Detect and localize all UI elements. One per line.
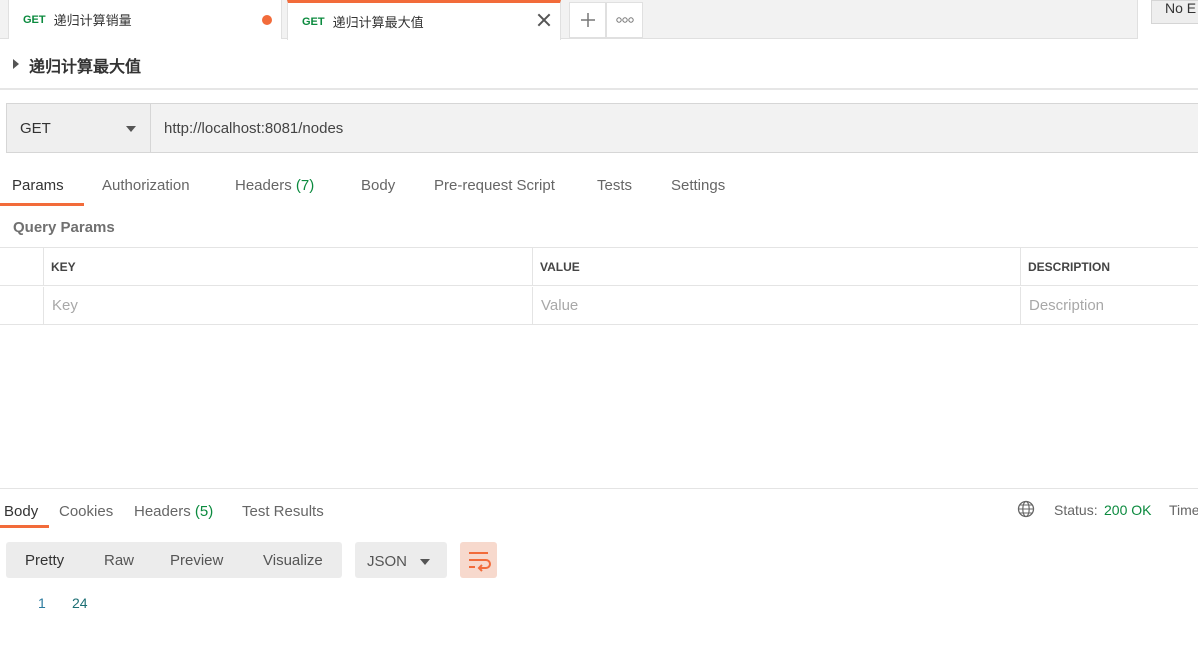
tab-label: Pre-request Script: [434, 177, 555, 194]
tab-label: Test Results: [242, 503, 324, 520]
close-icon[interactable]: [536, 12, 552, 28]
response-body-line: 1 24: [0, 592, 300, 614]
tab-count: (7): [295, 177, 315, 194]
status-value[interactable]: 200 OK: [1104, 502, 1151, 518]
query-params-title: Query Params: [13, 219, 115, 236]
method-select[interactable]: GET: [7, 104, 151, 152]
tab-label: Tests: [597, 177, 633, 194]
format-select[interactable]: JSON: [355, 542, 447, 578]
chevron-down-icon: [420, 559, 430, 565]
tab-label: Headers: [134, 503, 191, 520]
response-divider[interactable]: [0, 488, 1198, 489]
plus-icon: [580, 13, 595, 27]
active-tab-underline: [0, 203, 84, 206]
tab-response-headers[interactable]: Headers (5): [134, 496, 213, 533]
format-label: JSON: [367, 553, 408, 570]
request-tab-2[interactable]: GET 递归计算最大值: [287, 0, 561, 40]
tab-params[interactable]: Params: [12, 170, 64, 207]
line-number: 1: [38, 595, 46, 611]
tab-pre-request-script[interactable]: Pre-request Script: [434, 170, 555, 207]
key-input[interactable]: [45, 287, 531, 324]
request-name: 递归计算最大值: [29, 57, 142, 76]
checkbox-column-header: [0, 248, 43, 286]
tab-count: (5): [194, 503, 214, 520]
column-header-key: KEY: [43, 248, 532, 286]
view-visualize-button[interactable]: Visualize: [263, 542, 323, 578]
key-cell: [43, 287, 532, 325]
unsaved-dot-icon: [262, 15, 272, 25]
request-tabs: Params Authorization Headers (7) Body Pr…: [0, 170, 1198, 208]
tab-label: Settings: [671, 177, 726, 194]
environment-select[interactable]: No E: [1151, 0, 1198, 24]
tab-headers[interactable]: Headers (7): [235, 170, 314, 207]
tab-label: Headers: [235, 177, 292, 194]
wrap-lines-icon: [469, 552, 491, 572]
url-bar: GET: [6, 103, 1198, 153]
tab-label: Body: [4, 503, 39, 520]
tab-bar: GET 递归计算销量 GET 递归计算最大值 No E: [0, 0, 1198, 40]
tab-body[interactable]: Body: [361, 170, 395, 207]
description-input[interactable]: [1022, 287, 1197, 324]
time-label: Time: [1169, 502, 1198, 518]
tab-authorization[interactable]: Authorization: [102, 170, 190, 207]
caret-right-icon[interactable]: [13, 59, 19, 69]
tab-settings[interactable]: Settings: [671, 170, 725, 207]
tab-method: GET: [302, 15, 325, 28]
tab-tests[interactable]: Tests: [597, 170, 632, 207]
tab-cookies[interactable]: Cookies: [59, 496, 113, 533]
tab-label: Body: [361, 177, 396, 194]
status-label: Status:: [1054, 502, 1098, 518]
body-view-mode-group: Pretty Raw Preview Visualize: [6, 542, 342, 578]
more-tabs-button[interactable]: [606, 2, 643, 38]
tab-label: Cookies: [59, 503, 114, 520]
chevron-down-icon: [126, 126, 136, 132]
request-name-row: 递归计算最大值: [0, 40, 1198, 90]
view-preview-button[interactable]: Preview: [170, 542, 223, 578]
method-label: GET: [20, 120, 51, 137]
globe-icon[interactable]: [1017, 500, 1035, 518]
tab-title: 递归计算销量: [53, 14, 132, 29]
tab-label: Params: [12, 177, 64, 194]
line-content: 24: [72, 595, 88, 611]
column-header-description: DESCRIPTION: [1020, 248, 1198, 286]
url-input[interactable]: [152, 104, 1198, 152]
view-raw-button[interactable]: Raw: [104, 542, 134, 578]
tab-title: 递归计算最大值: [332, 16, 424, 31]
environment-area: No E: [1137, 0, 1198, 39]
table-header-row: KEY VALUE DESCRIPTION: [0, 248, 1198, 286]
more-icon: [615, 17, 634, 23]
wrap-lines-button[interactable]: [460, 542, 497, 578]
description-cell: [1020, 287, 1198, 325]
table-row: [0, 287, 1198, 325]
active-tab-underline: [0, 525, 49, 528]
request-tab-1[interactable]: GET 递归计算销量: [8, 0, 282, 39]
tab-label: Authorization: [102, 177, 190, 194]
params-table: KEY VALUE DESCRIPTION: [0, 247, 1198, 325]
view-pretty-button[interactable]: Pretty: [25, 542, 64, 578]
row-checkbox-cell: [0, 287, 43, 325]
column-header-value: VALUE: [532, 248, 1020, 286]
tab-test-results[interactable]: Test Results: [242, 496, 324, 533]
new-tab-button[interactable]: [569, 2, 606, 38]
tab-method: GET: [23, 13, 46, 26]
value-cell: [532, 287, 1020, 325]
value-input[interactable]: [534, 287, 1019, 324]
